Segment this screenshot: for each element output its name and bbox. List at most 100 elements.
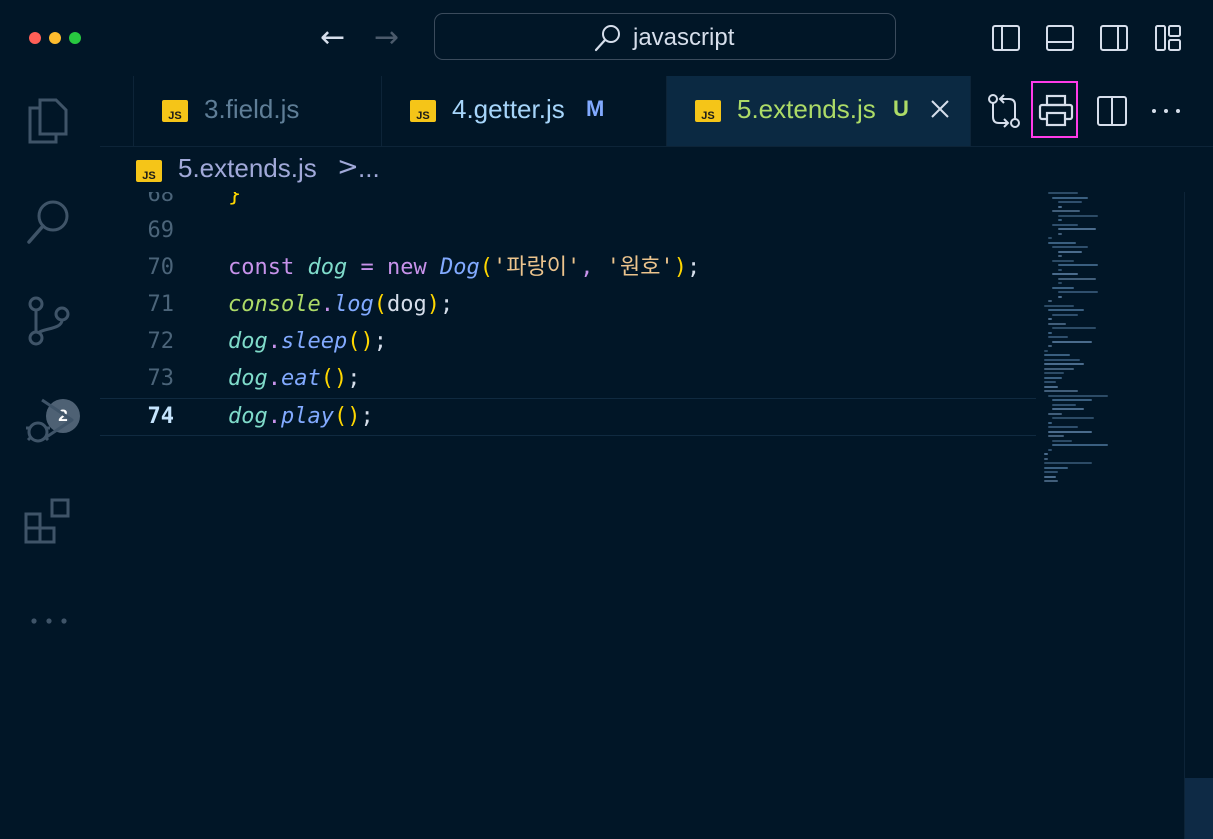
line-number: 71 [147, 292, 175, 317]
breadcrumb-file[interactable]: 5.extends.js [178, 153, 317, 184]
toggle-primary-sidebar-icon[interactable] [990, 22, 1022, 54]
extensions-icon[interactable] [22, 494, 76, 548]
minimap-line [1048, 421, 1052, 424]
minimap-line [1058, 250, 1082, 253]
minimap-line [1058, 264, 1098, 266]
line-number: 73 [147, 366, 175, 391]
minimap-line [1052, 444, 1108, 446]
explorer-icon[interactable] [22, 94, 76, 148]
minimap-line [1044, 304, 1074, 307]
minimap-line [1048, 192, 1078, 194]
javascript-file-icon: JS [695, 100, 721, 122]
tab-label: 4.getter.js [452, 94, 565, 124]
command-center-text: javascript [633, 24, 735, 51]
minimap-line [1044, 376, 1062, 379]
code-editor[interactable]: 68 } 69 70 const dog = new Dog('파랑이', '원… [100, 192, 1040, 839]
close-icon[interactable] [929, 98, 951, 120]
minimap-line [1044, 363, 1084, 365]
minimap-line [1048, 336, 1068, 338]
minimap-line [1048, 241, 1076, 244]
minimap-line [1052, 223, 1078, 226]
vertical-scrollbar[interactable] [1184, 192, 1213, 839]
minimap-line [1052, 340, 1092, 343]
source-control-icon[interactable] [22, 294, 76, 348]
minimap-line [1052, 399, 1092, 401]
toggle-secondary-sidebar-icon[interactable] [1098, 22, 1130, 54]
code-text: dog.eat(); [228, 366, 361, 391]
code-line: 68 } [100, 192, 1040, 213]
minimap-line [1058, 201, 1082, 203]
minimap-line [1058, 232, 1062, 235]
minimap-line [1052, 273, 1078, 275]
minimap-line [1058, 214, 1098, 217]
line-number: 69 [147, 218, 175, 243]
minimap-line [1052, 313, 1078, 316]
line-number: 70 [147, 255, 175, 280]
line-number: 74 [147, 404, 175, 429]
code-text: dog.play(); [228, 404, 374, 429]
run-debug-icon[interactable] [22, 394, 76, 448]
minimap-line [1048, 309, 1084, 311]
minimap-line [1044, 475, 1056, 478]
minimap-line [1058, 228, 1096, 230]
minimap-line [1052, 327, 1096, 329]
code-text: const dog = new Dog('파랑이', '원호'); [228, 255, 701, 280]
minimap-line [1058, 295, 1062, 298]
split-editor-icon[interactable] [1092, 91, 1132, 131]
untracked-status-badge: U [893, 96, 909, 121]
minimap-line [1044, 457, 1048, 460]
minimap-line [1044, 462, 1092, 464]
more-actions-icon[interactable] [1146, 91, 1186, 131]
svg-text:JS: JS [701, 110, 714, 122]
minimap-line [1048, 426, 1078, 428]
code-line: 71 console.log(dog); [100, 286, 1040, 323]
tab-4-getter-js[interactable]: JS 4.getter.js M [382, 76, 667, 146]
zoom-window-button[interactable] [69, 32, 81, 44]
minimap-line [1052, 408, 1084, 410]
minimap-line [1044, 381, 1056, 383]
toggle-panel-icon[interactable] [1044, 22, 1076, 54]
title-bar: ← → javascript [0, 0, 1213, 76]
minimap-line [1058, 255, 1062, 257]
minimap-line [1048, 331, 1052, 334]
print-button-highlight [1031, 81, 1078, 138]
minimap-line [1048, 300, 1052, 302]
customize-layout-icon[interactable] [1152, 22, 1184, 54]
open-changes-icon[interactable] [984, 91, 1024, 131]
breadcrumb-symbols[interactable]: ... [358, 153, 380, 184]
minimap[interactable] [1040, 192, 1185, 512]
javascript-file-icon: JS [136, 160, 162, 182]
minimap-line [1058, 277, 1096, 280]
minimap-line [1052, 403, 1076, 406]
scrollbar-thumb[interactable] [1185, 778, 1213, 839]
minimap-line [1052, 196, 1088, 199]
line-number: 68 [147, 192, 175, 207]
minimap-line [1058, 219, 1062, 221]
minimap-line [1044, 358, 1080, 361]
code-text: console.log(dog); [228, 292, 454, 317]
svg-text:JS: JS [416, 110, 429, 122]
search-icon[interactable] [22, 196, 76, 250]
line-number: 72 [147, 329, 175, 354]
minimap-line [1052, 439, 1072, 442]
breadcrumb-separator: > [337, 152, 359, 182]
close-window-button[interactable] [29, 32, 41, 44]
minimap-line [1044, 453, 1048, 455]
svg-text:JS: JS [168, 110, 181, 122]
minimap-line [1052, 259, 1074, 262]
tab-3-field-js[interactable]: JS 3.field.js [133, 76, 382, 146]
minimap-line [1058, 205, 1062, 208]
command-center-search[interactable]: javascript [434, 13, 896, 60]
forward-arrow-icon[interactable]: → [374, 20, 399, 56]
code-line: 70 const dog = new Dog('파랑이', '원호'); [100, 249, 1040, 286]
minimize-window-button[interactable] [49, 32, 61, 44]
tab-5-extends-js[interactable]: JS 5.extends.js U [667, 76, 971, 146]
code-text: dog.sleep(); [228, 329, 387, 354]
more-icon[interactable] [22, 594, 76, 648]
minimap-line [1058, 268, 1062, 271]
back-arrow-icon[interactable]: ← [320, 20, 345, 56]
minimap-line [1048, 345, 1052, 347]
code-line: 74 dog.play(); [100, 398, 1040, 435]
minimap-line [1044, 367, 1074, 370]
tab-label: 3.field.js [204, 94, 300, 124]
